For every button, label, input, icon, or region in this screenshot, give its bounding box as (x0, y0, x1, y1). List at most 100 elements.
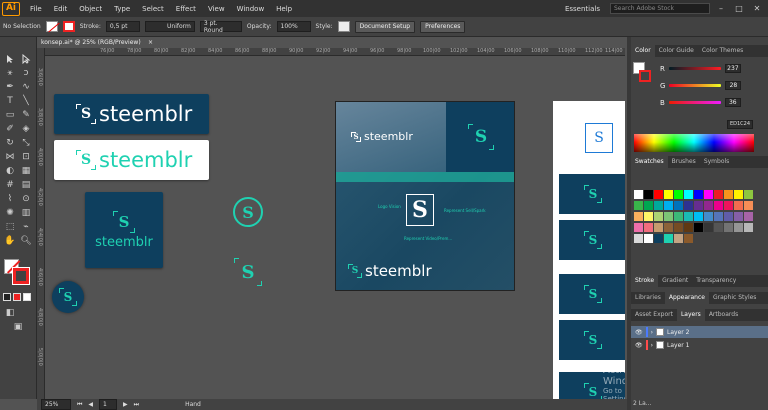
color-swatch[interactable] (674, 234, 683, 243)
tab-symbols[interactable]: Symbols (700, 156, 733, 168)
color-mode-icon[interactable] (3, 293, 11, 301)
menu-file[interactable]: File (24, 5, 48, 13)
color-swatch[interactable] (634, 234, 643, 243)
color-swatch[interactable] (684, 223, 693, 232)
color-swatch[interactable] (714, 212, 723, 221)
tab-appearance[interactable]: Appearance (664, 292, 709, 304)
tab-brushes[interactable]: Brushes (668, 156, 700, 168)
color-swatch[interactable] (694, 201, 703, 210)
menu-help[interactable]: Help (270, 5, 298, 13)
slider-r[interactable]: R 237 (660, 64, 741, 73)
color-swatch[interactable] (734, 212, 743, 221)
gradient-tool-icon[interactable]: ▤ (20, 179, 32, 191)
last-artboard-icon[interactable]: ⏭ (134, 401, 139, 409)
color-swatch[interactable] (724, 201, 733, 210)
visibility-eye-icon[interactable]: 👁︎ (635, 329, 643, 336)
color-swatch[interactable] (684, 212, 693, 221)
menu-select[interactable]: Select (136, 5, 170, 13)
logo-dark-horizontal[interactable]: S steemblr (54, 94, 209, 134)
color-swatch[interactable] (634, 190, 643, 199)
logo-light-horizontal[interactable]: S steemblr (54, 140, 209, 180)
lasso-icon[interactable]: ↄ (20, 67, 32, 79)
hand-tool-icon[interactable]: ✋ (4, 235, 16, 247)
color-swatch[interactable] (664, 223, 673, 232)
repeat-card[interactable]: S (559, 220, 625, 260)
color-swatch[interactable] (734, 190, 743, 199)
layer-name[interactable]: Layer 2 (667, 329, 689, 336)
graph-tool-icon[interactable]: ▥ (20, 207, 32, 219)
tab-artboards[interactable]: Artboards (705, 309, 742, 321)
color-swatch[interactable] (674, 223, 683, 232)
slider-g-track[interactable] (669, 84, 722, 87)
color-swatch[interactable] (654, 223, 663, 232)
logo-stacked[interactable]: S steemblr (85, 192, 163, 268)
menu-window[interactable]: Window (231, 5, 271, 13)
paintbrush-icon[interactable]: ✎ (20, 109, 32, 121)
fill-swatch[interactable] (45, 21, 58, 32)
mesh-tool-icon[interactable]: # (4, 179, 16, 191)
layer-name[interactable]: Layer 1 (667, 342, 689, 349)
rotate-tool-icon[interactable]: ↻ (4, 137, 16, 149)
pen-tool-icon[interactable]: ✒ (4, 81, 16, 93)
stock-search-input[interactable]: Search Adobe Stock (610, 3, 710, 14)
rectangle-tool-icon[interactable]: ▭ (4, 109, 16, 121)
color-swatch[interactable] (724, 190, 733, 199)
color-swatch[interactable] (654, 190, 663, 199)
color-swatch[interactable] (734, 223, 743, 232)
tab-libraries[interactable]: Libraries (631, 292, 665, 304)
logo-circle-filled[interactable]: S (52, 281, 84, 313)
hex-field[interactable]: ED1C24 (727, 120, 753, 129)
preferences-button[interactable]: Preferences (420, 20, 466, 33)
gradient-mode-icon[interactable] (13, 293, 21, 301)
document-tab[interactable]: konsep.ai* @ 25% (RGB/Preview) × (37, 37, 157, 48)
direct-selection-tool-icon[interactable] (20, 53, 32, 65)
scale-tool-icon[interactable]: ⤡ (20, 137, 32, 149)
logo-circle-outline-icon[interactable]: S (233, 197, 263, 227)
color-swatch[interactable] (704, 190, 713, 199)
tab-transparency[interactable]: Transparency (692, 275, 740, 287)
shaper-tool-icon[interactable]: ✐ (4, 123, 16, 135)
minimize-icon[interactable]: – (714, 4, 728, 13)
color-swatch[interactable] (654, 201, 663, 210)
color-swatch[interactable] (694, 223, 703, 232)
free-transform-icon[interactable]: ⊡ (20, 151, 32, 163)
color-swatch[interactable] (744, 223, 753, 232)
expand-chevron-icon[interactable]: › (651, 329, 653, 336)
color-swatch[interactable] (644, 190, 653, 199)
tab-color-themes[interactable]: Color Themes (698, 45, 747, 57)
eyedropper-icon[interactable]: ⌇ (4, 193, 16, 205)
variable-width-profile[interactable]: Uniform (144, 21, 195, 32)
line-tool-icon[interactable]: ╲ (20, 95, 32, 107)
color-swatch[interactable] (634, 212, 643, 221)
close-tab-icon[interactable]: × (148, 39, 153, 46)
color-swatch[interactable] (744, 190, 753, 199)
stroke-swatch[interactable] (62, 21, 75, 32)
stroke-color-icon[interactable] (12, 267, 30, 285)
color-swatch[interactable] (744, 201, 753, 210)
screen-mode-icon[interactable]: ▣ (12, 321, 24, 333)
color-swatch[interactable] (724, 223, 733, 232)
draw-normal-icon[interactable]: ◧ (4, 307, 16, 319)
repeat-card[interactable]: S (559, 320, 625, 360)
presentation-artboard[interactable]: S steemblr S S Logo Vision Represent Sel… (335, 101, 515, 291)
color-swatch[interactable] (684, 190, 693, 199)
expand-chevron-icon[interactable]: › (651, 342, 653, 349)
color-swatch[interactable] (694, 190, 703, 199)
visibility-eye-icon[interactable]: 👁︎ (635, 342, 643, 349)
color-swatch[interactable] (674, 190, 683, 199)
repeat-card[interactable]: S (559, 274, 625, 314)
g-value-field[interactable]: 28 (725, 81, 742, 90)
symbol-sprayer-icon[interactable]: ✺ (4, 207, 16, 219)
b-value-field[interactable]: 36 (724, 98, 741, 107)
stroke-weight-field[interactable]: 0,5 pt (105, 21, 140, 32)
tab-layers[interactable]: Layers (676, 309, 705, 321)
color-swatch[interactable] (744, 212, 753, 221)
panel-stroke-swatch[interactable] (639, 70, 651, 82)
slider-g[interactable]: G 28 (660, 81, 742, 90)
color-swatch[interactable] (704, 223, 713, 232)
tab-asset-export[interactable]: Asset Export (631, 309, 677, 321)
color-swatch[interactable] (644, 234, 653, 243)
slider-r-track[interactable] (668, 67, 721, 70)
r-value-field[interactable]: 237 (724, 64, 741, 73)
color-swatch[interactable] (694, 212, 703, 221)
